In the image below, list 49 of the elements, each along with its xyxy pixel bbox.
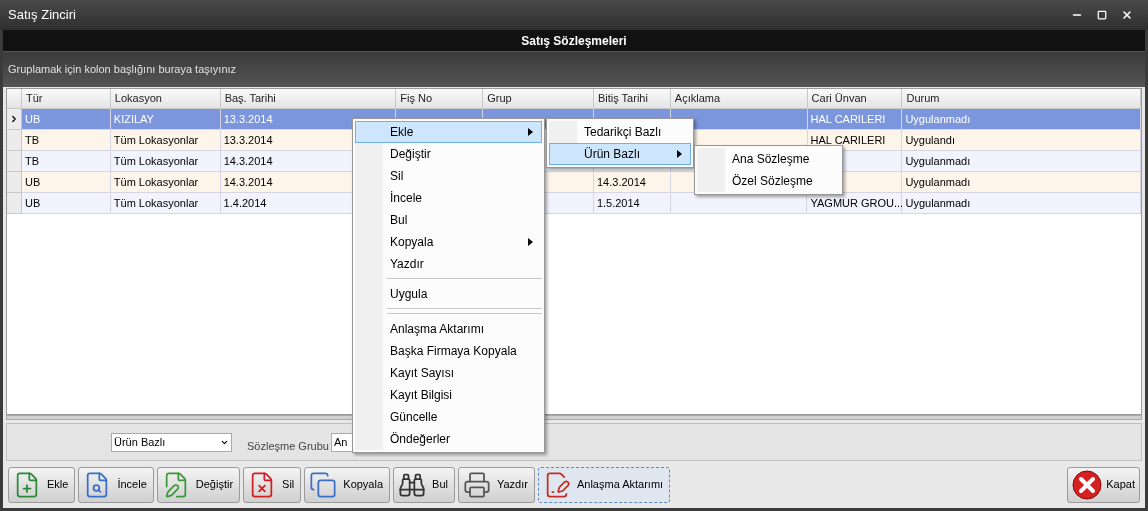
toolbar-button[interactable]: Bul: [393, 466, 455, 503]
group-hint: Gruplamak için kolon başlığını buraya taşıyınız: [8, 62, 237, 78]
row-header[interactable]: [7, 109, 22, 130]
column-header: [7, 89, 22, 109]
close-icon: [1072, 469, 1103, 500]
table-cell: UB: [21, 193, 111, 214]
column-header[interactable]: Grup: [483, 89, 594, 109]
menu-item[interactable]: Kayıt Sayısı: [355, 362, 542, 384]
menu-item[interactable]: Kopyala: [355, 231, 542, 253]
menu-item[interactable]: Yazdır: [355, 253, 542, 275]
section-title: Satış Sözleşmeleri: [521, 32, 627, 50]
menu-item[interactable]: Özel Sözleşme: [697, 170, 840, 192]
type-select[interactable]: Ürün Bazlı: [111, 432, 232, 452]
menu-item[interactable]: Ana Sözleşme: [697, 148, 840, 170]
menu-item[interactable]: Öndeğerler: [355, 428, 542, 450]
toolbar-button[interactable]: Sil: [243, 466, 302, 503]
printer-icon: [462, 470, 491, 499]
menu-item[interactable]: Güncelle: [355, 406, 542, 428]
menu-item[interactable]: Ürün Bazlı: [549, 143, 691, 165]
toolbar-button[interactable]: Anlaşma Aktarımı: [537, 466, 671, 503]
column-header[interactable]: Durum: [902, 89, 1141, 109]
column-header[interactable]: Fiş No: [396, 89, 484, 109]
column-header[interactable]: Cari Ünvan: [807, 89, 903, 109]
maximize-icon[interactable]: [1097, 10, 1107, 20]
menu-item[interactable]: Uygula: [355, 283, 542, 305]
column-header[interactable]: Tür: [21, 89, 111, 109]
column-header[interactable]: Baş. Tarihi: [220, 89, 397, 109]
table-cell: 1.5.2014: [593, 193, 671, 214]
toolbar-button[interactable]: Kopyala: [304, 466, 391, 503]
table-cell: Tüm Lokasyonlar: [110, 193, 221, 214]
menu-item[interactable]: Anlaşma Aktarımı: [355, 318, 542, 340]
toolbar-button[interactable]: Yazdır: [457, 466, 535, 503]
menu-item[interactable]: Ekle: [355, 121, 542, 143]
column-header[interactable]: Açıklama: [670, 89, 808, 109]
menu-item[interactable]: Tedarikçi Bazlı: [549, 121, 691, 143]
column-header[interactable]: Bitiş Tarihi: [594, 89, 671, 109]
row-pointer-icon: [9, 114, 19, 124]
toolbar-button[interactable]: İncele: [78, 466, 154, 503]
close-icon[interactable]: [1121, 9, 1133, 21]
table-cell: Uygulanmadı: [902, 193, 1141, 214]
toolbar-button[interactable]: Ekle: [8, 466, 76, 503]
copy-icon: [309, 470, 338, 499]
window-title: Satış Zinciri: [8, 6, 77, 25]
menu-item[interactable]: Kayıt Bilgisi: [355, 384, 542, 406]
group-label: Sözleşme Grubu: [247, 438, 329, 454]
close-button[interactable]: Kapat: [1067, 466, 1140, 503]
menu-item[interactable]: Başka Firmaya Kopyala: [355, 340, 542, 362]
column-header[interactable]: Lokasyon: [110, 89, 221, 109]
toolbar-button[interactable]: Değiştir: [156, 466, 241, 503]
